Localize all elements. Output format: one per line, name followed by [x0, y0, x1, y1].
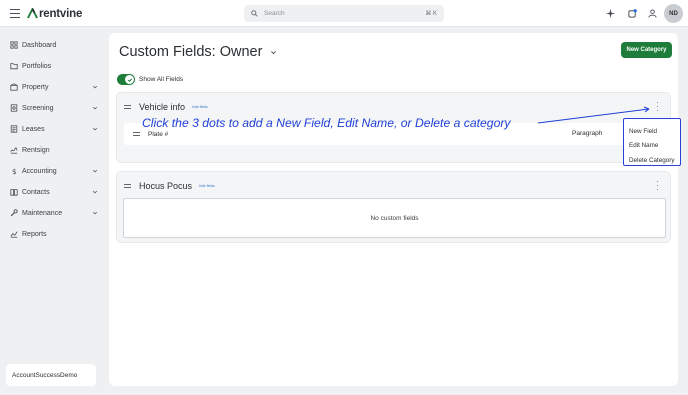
sidebar-item-label: Property	[22, 83, 49, 91]
page-title[interactable]: Custom Fields: Owner	[119, 44, 277, 60]
empty-state: No custom fields	[123, 198, 666, 238]
chevron-down-icon	[92, 190, 98, 194]
sidebar-item-label: Maintenance	[22, 209, 63, 217]
search-shortcut: ⌘ K	[425, 11, 437, 17]
chevron-down-icon	[92, 106, 98, 110]
category-options-menu: New Field Edit Name Delete Category	[623, 118, 681, 166]
avatar[interactable]: ND	[664, 4, 683, 23]
drag-handle-icon[interactable]	[124, 183, 131, 189]
search-placeholder: Search	[264, 10, 285, 17]
new-field-menu-item[interactable]: New Field	[624, 124, 680, 139]
rentvine-logo-icon	[27, 8, 38, 19]
lease-icon	[10, 125, 18, 133]
sidebar-item-label: Portfolios	[22, 62, 52, 70]
sidebar-item-label: Leases	[22, 125, 45, 133]
show-all-toggle[interactable]	[117, 74, 135, 85]
main-panel: Custom Fields: Owner New Category Show A…	[109, 33, 678, 386]
chevron-down-icon	[92, 169, 98, 173]
sidebar-item-label: Contacts	[22, 188, 50, 196]
sidebar-item-screening[interactable]: Screening	[10, 101, 98, 115]
sidebar-item-leases[interactable]: Leases	[10, 122, 98, 136]
sidebar-item-label: Accounting	[22, 167, 57, 175]
menu-icon[interactable]	[10, 9, 20, 18]
notification-icon[interactable]	[628, 9, 637, 18]
drag-handle-icon[interactable]	[124, 104, 131, 110]
sidebar-item-maintenance[interactable]: Maintenance	[10, 206, 98, 220]
chevron-down-icon	[271, 50, 277, 54]
category-name: Vehicle info	[139, 102, 186, 112]
top-bar: rentvine Search ⌘ K ND	[0, 0, 688, 27]
more-options-icon[interactable]	[657, 102, 660, 111]
chevron-down-icon	[92, 211, 98, 215]
more-options-icon[interactable]	[657, 181, 660, 190]
search-icon	[251, 10, 258, 17]
check-icon	[127, 77, 132, 82]
sidebar-item-rentsign[interactable]: Rentsign	[10, 143, 98, 157]
wrench-icon	[10, 209, 18, 217]
new-category-button[interactable]: New Category	[621, 42, 672, 58]
sidebar-item-label: Dashboard	[22, 41, 57, 49]
chart-icon	[10, 231, 18, 238]
folder-icon	[10, 63, 18, 70]
sidebar-item-label: Rentsign	[22, 146, 50, 154]
property-icon	[10, 83, 18, 91]
logo[interactable]: rentvine	[27, 6, 82, 21]
user-icon[interactable]	[648, 9, 657, 18]
book-icon	[10, 189, 18, 196]
sidebar-item-portfolios[interactable]: Portfolios	[10, 59, 98, 73]
sidebar-item-contacts[interactable]: Contacts	[10, 185, 98, 199]
show-all-label: Show All Fields	[139, 76, 184, 83]
sidebar-item-property[interactable]: Property	[10, 80, 98, 94]
chevron-down-icon	[92, 127, 98, 131]
grid-icon	[10, 41, 18, 49]
sidebar-item-accounting[interactable]: $ Accounting	[10, 164, 98, 178]
tutorial-annotation: Click the 3 dots to add a New Field, Edi…	[142, 116, 511, 130]
category-header: Vehicle info hide fields	[124, 102, 208, 112]
signature-icon	[10, 147, 18, 154]
sparkle-icon[interactable]	[606, 9, 615, 18]
category-header: Hocus Pocus hide fields	[124, 181, 215, 191]
sidebar-item-dashboard[interactable]: Dashboard	[10, 38, 98, 52]
drag-handle-icon[interactable]	[133, 131, 140, 137]
field-name: Plate #	[148, 130, 169, 138]
hide-fields-link[interactable]: hide fields	[192, 105, 208, 109]
svg-text:$: $	[12, 167, 17, 175]
delete-category-menu-item[interactable]: Delete Category	[624, 153, 680, 168]
toggle-knob	[125, 75, 134, 84]
field-type: Paragraph	[572, 130, 603, 137]
chevron-down-icon	[92, 85, 98, 89]
edit-name-menu-item[interactable]: Edit Name	[624, 139, 680, 154]
category-card: Hocus Pocus hide fields No custom fields	[116, 171, 671, 243]
screening-icon	[10, 104, 18, 112]
show-all-fields-row: Show All Fields	[117, 74, 183, 85]
category-name: Hocus Pocus	[139, 181, 193, 191]
sidebar-item-label: Reports	[22, 230, 47, 238]
page-title-text: Custom Fields: Owner	[119, 44, 263, 60]
logo-text: rentvine	[39, 7, 83, 20]
hide-fields-link[interactable]: hide fields	[199, 184, 215, 188]
account-switcher[interactable]: AccountSuccessDemo	[6, 364, 96, 386]
sidebar: Dashboard Portfolios Property Screening …	[0, 28, 104, 395]
search-input[interactable]: Search ⌘ K	[244, 5, 444, 22]
dollar-icon: $	[12, 167, 17, 175]
sidebar-item-label: Screening	[22, 104, 54, 112]
sidebar-item-reports[interactable]: Reports	[10, 227, 98, 241]
